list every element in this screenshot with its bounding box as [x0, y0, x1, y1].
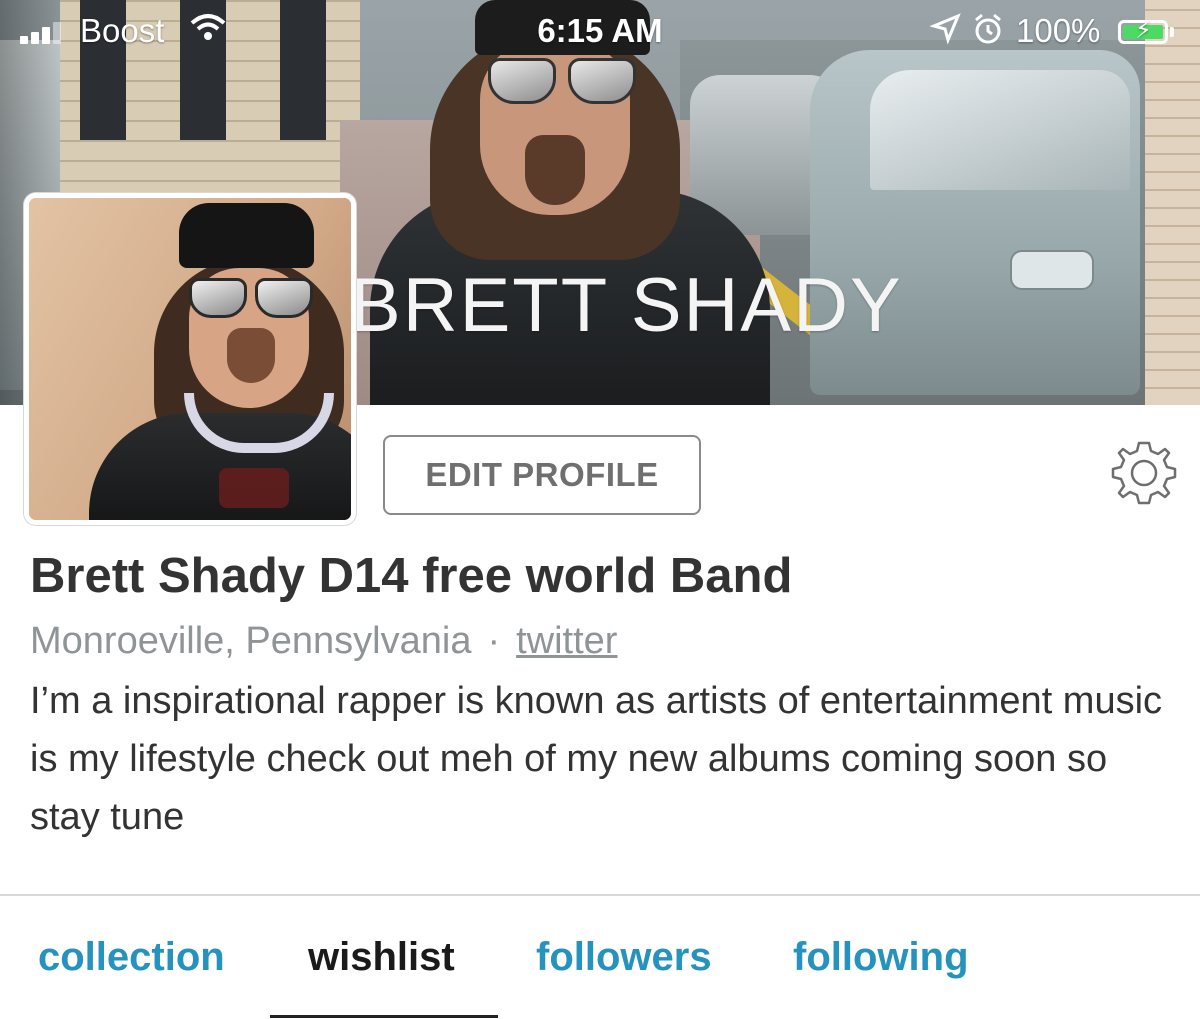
- battery-tip: [1170, 27, 1174, 37]
- shirt-logo: [219, 468, 289, 508]
- tab-following[interactable]: following: [793, 935, 969, 980]
- battery-percentage: 100%: [1016, 12, 1101, 49]
- van-windshield: [870, 70, 1130, 190]
- banner-title: BRETT SHADY: [350, 263, 903, 348]
- profile-tabs: collection wishlist followers following: [0, 935, 1200, 1019]
- gear-icon[interactable]: [1108, 437, 1180, 509]
- edit-profile-button[interactable]: EDIT PROFILE: [383, 435, 701, 515]
- tab-wishlist[interactable]: wishlist: [308, 935, 455, 980]
- meta-separator: ·: [487, 620, 501, 662]
- profile-bio: I’m a inspirational rapper is known as a…: [30, 680, 1163, 838]
- tab-collection[interactable]: collection: [38, 935, 225, 980]
- avatar-beard: [227, 328, 275, 383]
- alarm-clock-icon: [972, 12, 1004, 54]
- battery-charging-icon: ⚡: [1118, 17, 1168, 44]
- active-tab-indicator: [270, 1015, 498, 1018]
- tab-followers[interactable]: followers: [536, 935, 712, 980]
- avatar-cap: [179, 203, 314, 268]
- section-divider: [0, 894, 1200, 896]
- van-headlight: [1010, 250, 1094, 290]
- person-sunglasses: [488, 58, 636, 104]
- twitter-link[interactable]: twitter: [516, 620, 617, 662]
- profile-location: Monroeville, Pennsylvania: [30, 620, 472, 662]
- profile-name: Brett Shady D14 free world Band: [30, 549, 793, 603]
- status-bar: Boost 6:15 AM 100% ⚡: [0, 0, 1200, 62]
- profile-avatar[interactable]: [24, 193, 356, 525]
- avatar-sunglasses: [189, 278, 313, 318]
- person-beard: [525, 135, 585, 205]
- profile-meta: Monroeville, Pennsylvania · twitter: [30, 620, 617, 663]
- location-arrow-icon: [929, 12, 962, 52]
